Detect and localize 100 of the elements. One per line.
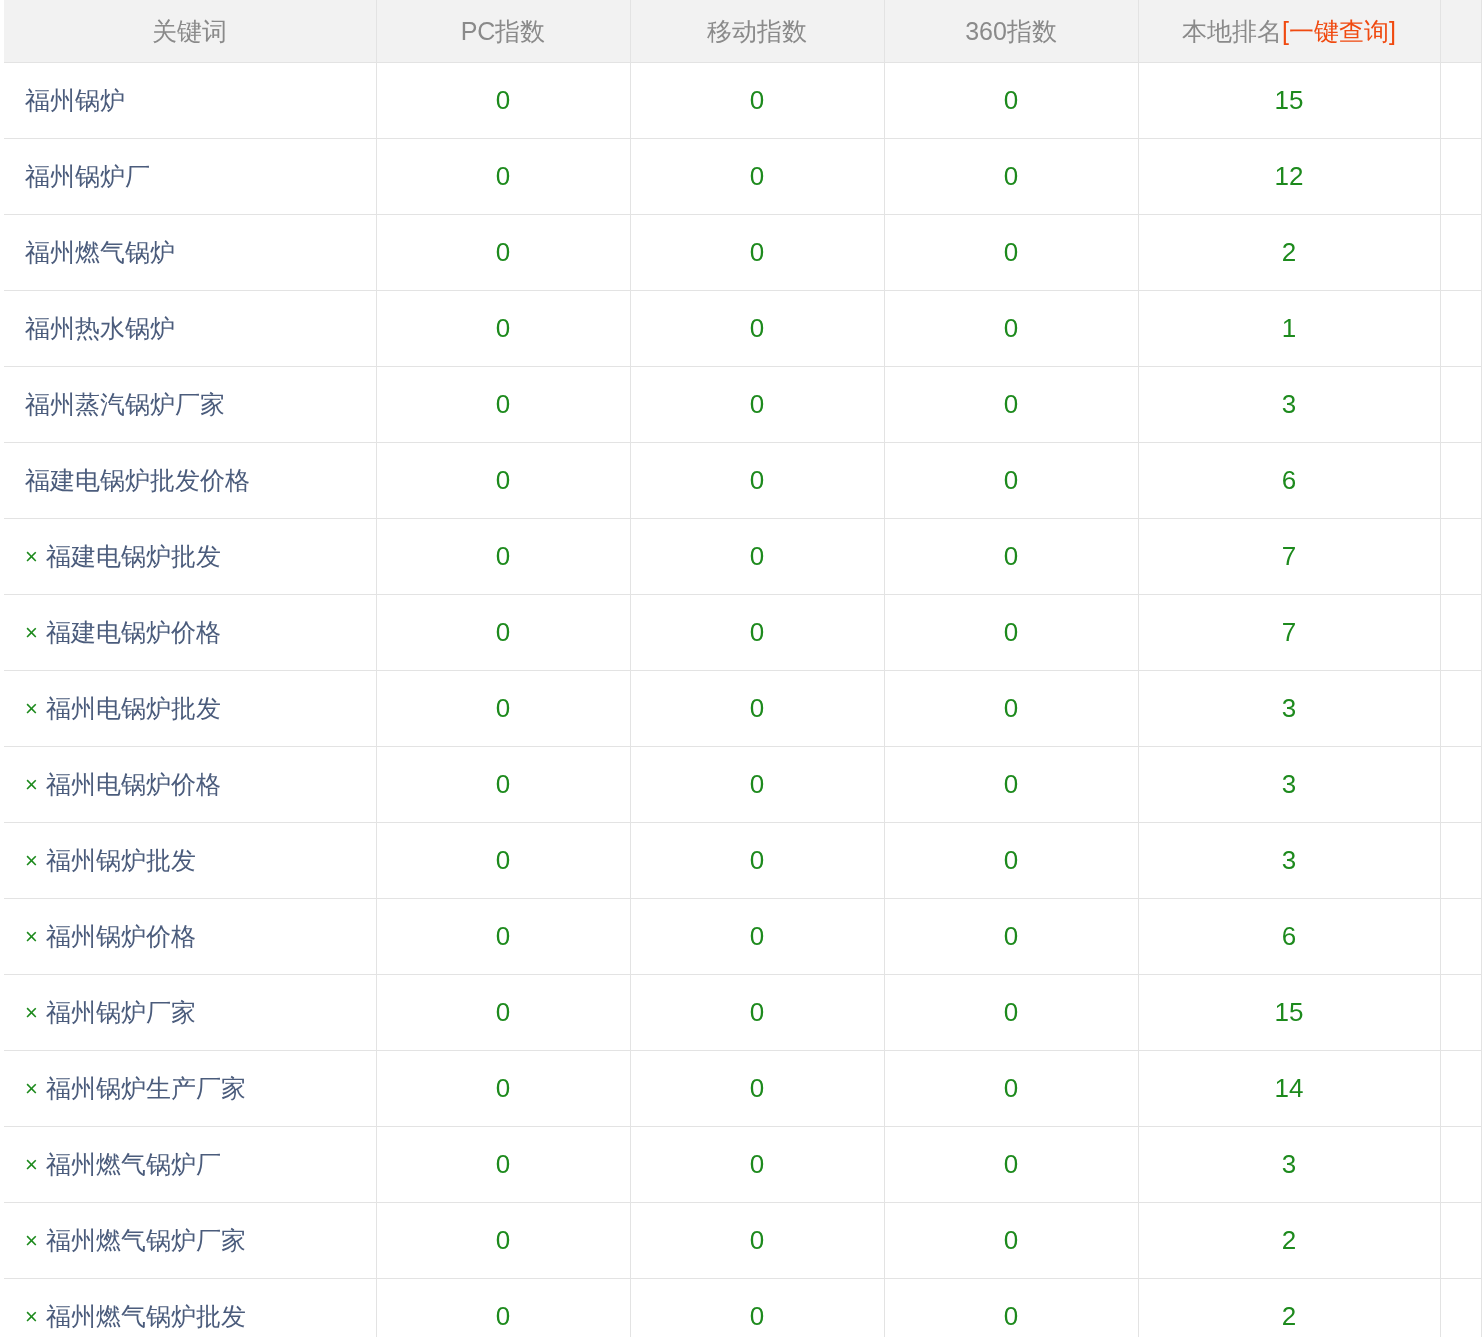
column-header: 360指数 — [884, 0, 1138, 63]
column-header: PC指数 — [376, 0, 630, 63]
keyword-text: 福州锅炉厂家 — [45, 997, 196, 1028]
index-value: 0 — [495, 1073, 511, 1103]
index-value: 0 — [749, 617, 765, 647]
index-value: 0 — [1003, 541, 1019, 571]
keyword-text: 福州电锅炉批发 — [45, 693, 221, 724]
index-value: 0 — [1003, 921, 1019, 951]
remove-mark[interactable]: × — [25, 1303, 38, 1330]
index-value: 0 — [1003, 1301, 1019, 1331]
index-value: 0 — [495, 921, 511, 951]
index-value: 0 — [495, 617, 511, 647]
remove-mark[interactable]: × — [25, 543, 38, 570]
keyword-text: 福建电锅炉批发价格 — [25, 465, 250, 496]
keyword-text: 福州锅炉厂 — [25, 161, 150, 192]
remove-mark[interactable]: × — [25, 771, 38, 798]
index-value: 12 — [1274, 161, 1304, 191]
header-label: 本地排名 — [1182, 16, 1283, 45]
remove-mark[interactable]: × — [25, 1075, 38, 1102]
index-value: 0 — [1003, 1073, 1019, 1103]
keyword-text: 福州燃气锅炉 — [25, 237, 175, 268]
remove-mark[interactable]: × — [25, 999, 38, 1026]
index-value: 0 — [1003, 313, 1019, 343]
index-value: 6 — [1281, 921, 1297, 951]
index-value: 0 — [749, 1225, 765, 1255]
query-link[interactable]: [一键查询] — [1282, 16, 1396, 45]
keyword-text: 福州蒸汽锅炉厂家 — [25, 389, 225, 420]
keyword-text: 福州锅炉价格 — [45, 921, 196, 952]
remove-mark[interactable]: × — [25, 619, 38, 646]
index-value: 0 — [749, 161, 765, 191]
keyword-text: 福州锅炉 — [25, 85, 125, 116]
remove-mark[interactable]: × — [25, 923, 38, 950]
index-value: 6 — [1281, 465, 1297, 495]
index-value: 0 — [495, 389, 511, 419]
index-value: 0 — [495, 845, 511, 875]
index-value: 0 — [749, 693, 765, 723]
index-value: 0 — [495, 541, 511, 571]
index-value: 0 — [749, 313, 765, 343]
index-value: 0 — [495, 237, 511, 267]
index-value: 0 — [749, 389, 765, 419]
keyword-text: 福建电锅炉批发 — [45, 541, 221, 572]
remove-mark[interactable]: × — [25, 1227, 38, 1254]
index-value: 0 — [1003, 693, 1019, 723]
index-value: 2 — [1281, 1301, 1297, 1331]
index-value: 0 — [749, 1073, 765, 1103]
keyword-text: 福州燃气锅炉批发 — [45, 1301, 246, 1332]
index-value: 0 — [749, 845, 765, 875]
index-value: 0 — [495, 1225, 511, 1255]
keyword-text: 福州燃气锅炉厂家 — [45, 1225, 246, 1256]
keyword-text: 福州锅炉批发 — [45, 845, 196, 876]
index-value: 2 — [1281, 1225, 1297, 1255]
index-value: 0 — [1003, 1225, 1019, 1255]
index-value: 1 — [1281, 313, 1297, 343]
remove-mark[interactable]: × — [25, 695, 38, 722]
index-value: 0 — [1003, 389, 1019, 419]
index-value: 0 — [495, 1301, 511, 1331]
keyword-text: 福建电锅炉价格 — [45, 617, 221, 648]
index-value: 0 — [1003, 997, 1019, 1027]
index-value: 0 — [495, 85, 511, 115]
index-value: 0 — [749, 921, 765, 951]
index-value: 0 — [1003, 1149, 1019, 1179]
index-value: 0 — [495, 313, 511, 343]
index-value: 0 — [749, 1301, 765, 1331]
index-value: 0 — [495, 997, 511, 1027]
index-value: 3 — [1281, 769, 1297, 799]
index-value: 7 — [1281, 541, 1297, 571]
index-value: 2 — [1281, 237, 1297, 267]
index-value: 3 — [1281, 389, 1297, 419]
remove-mark[interactable]: × — [25, 1151, 38, 1178]
keyword-text: 福州燃气锅炉厂 — [45, 1149, 221, 1180]
column-header: 关键词 — [4, 0, 376, 63]
index-value: 0 — [495, 693, 511, 723]
column-header: 移动指数 — [630, 0, 884, 63]
index-value: 0 — [749, 465, 765, 495]
index-value: 0 — [1003, 85, 1019, 115]
index-value: 3 — [1281, 845, 1297, 875]
index-value: 0 — [749, 85, 765, 115]
keyword-text: 福州电锅炉价格 — [45, 769, 221, 800]
index-value: 3 — [1281, 693, 1297, 723]
index-value: 3 — [1281, 1149, 1297, 1179]
index-value: 15 — [1274, 997, 1304, 1027]
keyword-text: 福州锅炉生产厂家 — [45, 1073, 246, 1104]
index-value: 0 — [1003, 845, 1019, 875]
index-value: 14 — [1274, 1073, 1304, 1103]
index-value: 0 — [749, 541, 765, 571]
index-value: 0 — [495, 161, 511, 191]
index-value: 0 — [1003, 617, 1019, 647]
index-value: 0 — [1003, 237, 1019, 267]
index-value: 0 — [495, 1149, 511, 1179]
index-value: 0 — [495, 769, 511, 799]
index-value: 7 — [1281, 617, 1297, 647]
keyword-text: 福州热水锅炉 — [25, 313, 175, 344]
remove-mark[interactable]: × — [25, 847, 38, 874]
index-value: 0 — [749, 237, 765, 267]
index-value: 0 — [749, 1149, 765, 1179]
index-value: 0 — [749, 997, 765, 1027]
index-value: 0 — [495, 465, 511, 495]
index-value: 0 — [749, 769, 765, 799]
index-value: 15 — [1274, 85, 1304, 115]
index-value: 0 — [1003, 161, 1019, 191]
